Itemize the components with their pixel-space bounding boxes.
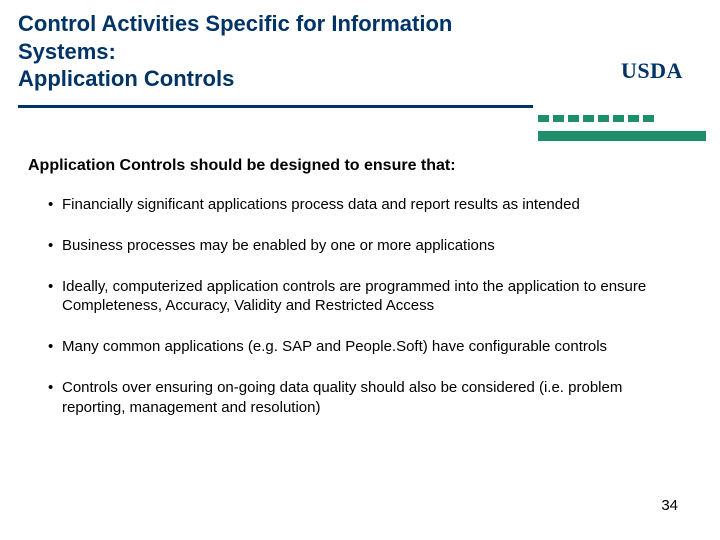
green-bar xyxy=(538,131,706,141)
navy-rule xyxy=(18,105,533,108)
usda-logo-text: USDA xyxy=(621,58,683,84)
list-item: Business processes may be enabled by one… xyxy=(48,236,678,255)
usda-logo: USDA xyxy=(604,54,700,88)
title-line-2: Application Controls xyxy=(18,66,234,91)
list-item: Many common applications (e.g. SAP and P… xyxy=(48,337,678,356)
title-line-1: Control Activities Specific for Informat… xyxy=(18,11,452,64)
bullet-list: Financially significant applications pro… xyxy=(18,195,702,417)
list-item: Ideally, computerized application contro… xyxy=(48,277,678,315)
slide: Control Activities Specific for Informat… xyxy=(0,0,720,540)
green-dashes xyxy=(538,115,654,122)
slide-title: Control Activities Specific for Informat… xyxy=(18,10,538,93)
list-item: Financially significant applications pro… xyxy=(48,195,678,214)
list-item: Controls over ensuring on-going data qua… xyxy=(48,378,678,416)
divider-area xyxy=(18,99,702,139)
page-number: 34 xyxy=(661,497,678,514)
subheading: Application Controls should be designed … xyxy=(28,157,702,175)
